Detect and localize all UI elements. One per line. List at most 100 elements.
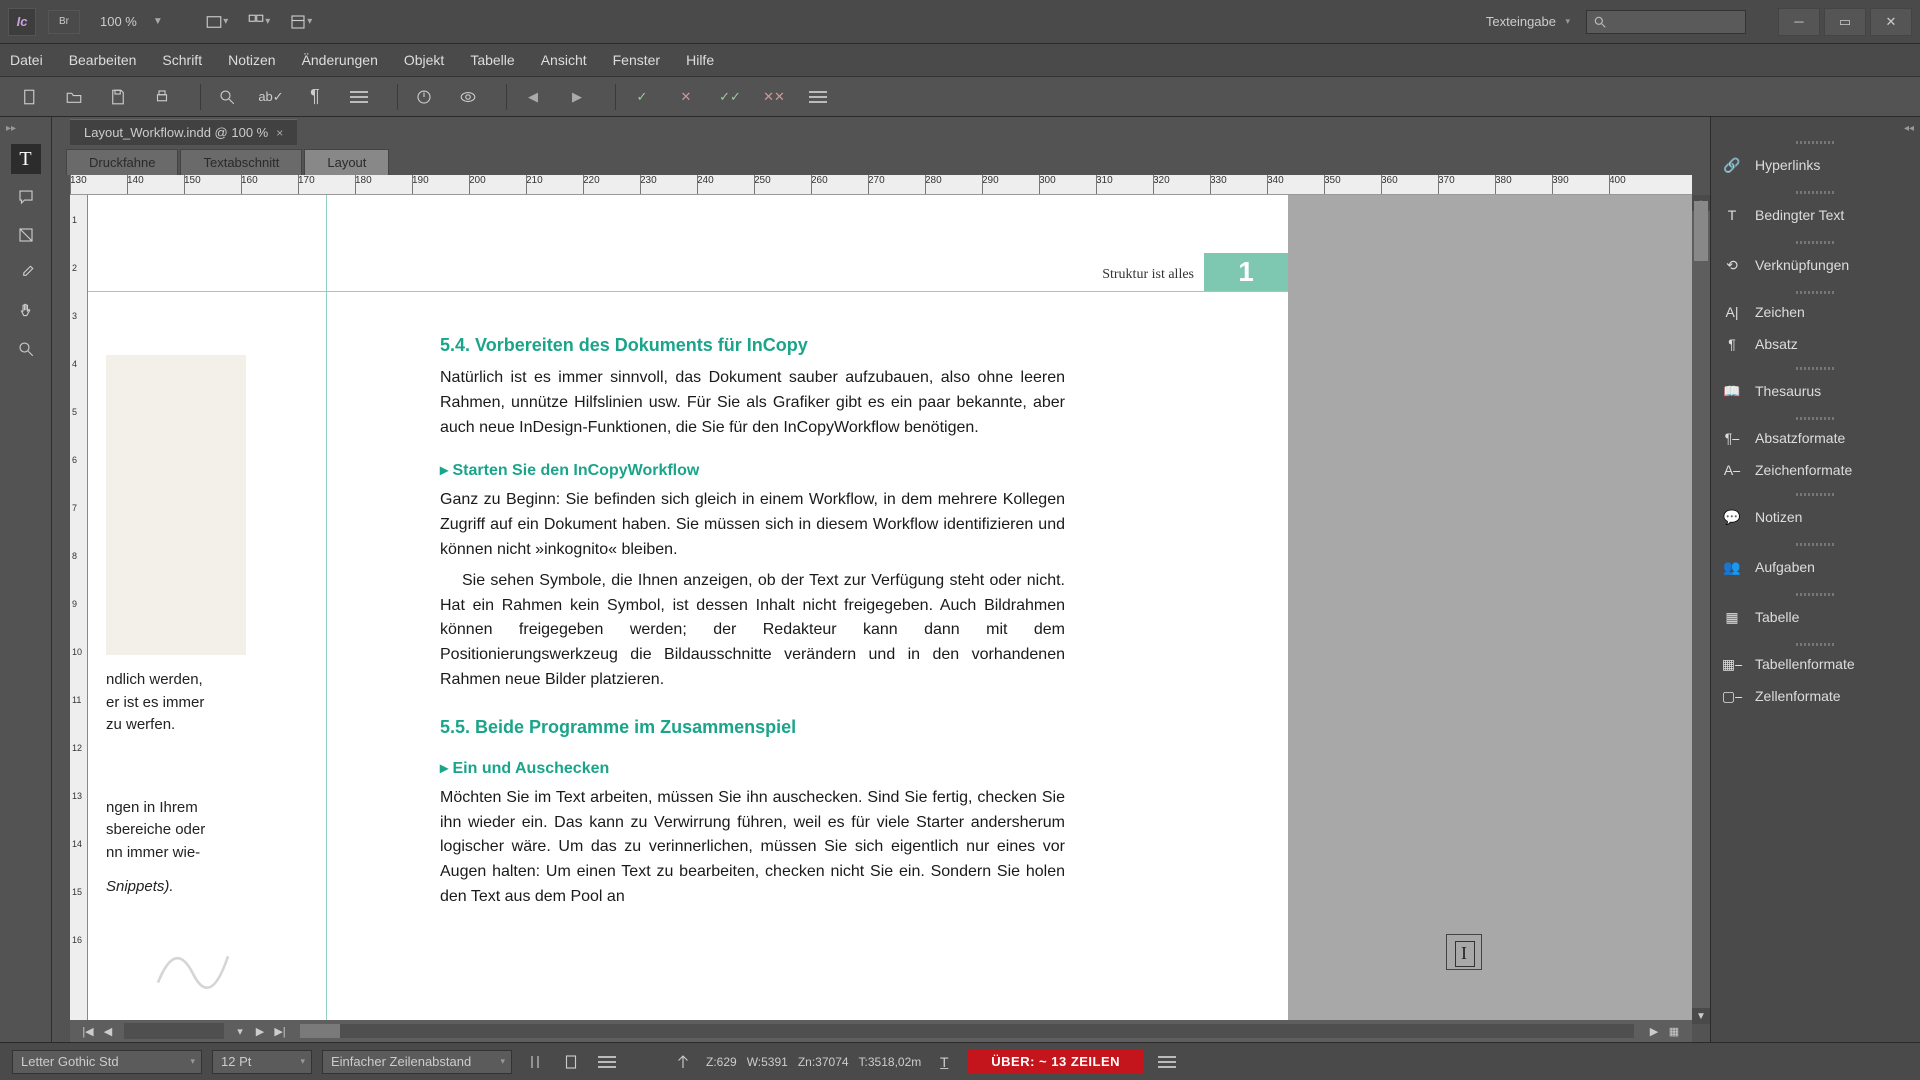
accept-all-button[interactable]: ✓✓ bbox=[714, 83, 746, 111]
scroll-right-button[interactable]: ▶ bbox=[1644, 1025, 1664, 1038]
signature-graphic bbox=[148, 930, 238, 1000]
eyedropper-tool[interactable] bbox=[11, 258, 41, 288]
thesaurus-icon: 📖 bbox=[1721, 381, 1743, 401]
font-family-combo[interactable]: Letter Gothic Std bbox=[12, 1050, 202, 1074]
workspace-button[interactable]: ▾ bbox=[287, 11, 315, 33]
position-tool[interactable] bbox=[11, 220, 41, 250]
prev-button[interactable]: ◀ bbox=[517, 83, 549, 111]
search-field[interactable] bbox=[1586, 10, 1746, 34]
next-button[interactable]: ▶ bbox=[561, 83, 593, 111]
panel-thesaurus[interactable]: 📖Thesaurus bbox=[1711, 372, 1920, 410]
page-indicator-icon[interactable] bbox=[558, 1051, 584, 1073]
close-window-button[interactable]: ✕ bbox=[1870, 8, 1912, 36]
menu-fenster[interactable]: Fenster bbox=[613, 52, 660, 68]
view-tab-layout[interactable]: Layout bbox=[304, 149, 389, 175]
table-styles-icon: ▦⎯ bbox=[1721, 654, 1743, 674]
panel-cell-styles[interactable]: ▢⎯Zellenformate bbox=[1711, 680, 1920, 712]
menu-objekt[interactable]: Objekt bbox=[404, 52, 444, 68]
maximize-button[interactable]: ▭ bbox=[1824, 8, 1866, 36]
copyfit-icon bbox=[670, 1051, 696, 1073]
bridge-button[interactable]: Br bbox=[48, 10, 80, 34]
leading-combo[interactable]: Einfacher Zeilenabstand bbox=[322, 1050, 512, 1074]
vertical-scrollbar[interactable]: ▲ ▼ bbox=[1692, 195, 1710, 1024]
split-view-button[interactable]: ▦ bbox=[1664, 1025, 1684, 1038]
menu-hilfe[interactable]: Hilfe bbox=[686, 52, 714, 68]
preview-button[interactable] bbox=[452, 83, 484, 111]
toolbar-menu-1[interactable] bbox=[343, 83, 375, 111]
page-number-field[interactable] bbox=[124, 1023, 224, 1039]
chapter-badge: 1 bbox=[1204, 253, 1288, 291]
zoom-combo[interactable]: 100 % ▼ bbox=[92, 9, 187, 35]
tools-panel: ▸▸ T bbox=[0, 117, 52, 1042]
arrange-button[interactable]: ▾ bbox=[245, 11, 273, 33]
panel-assignments[interactable]: 👥Aufgaben bbox=[1711, 548, 1920, 586]
view-tab-story[interactable]: Textabschnitt bbox=[180, 149, 302, 175]
font-size-combo[interactable]: 12 Pt bbox=[212, 1050, 312, 1074]
panel-links[interactable]: ⟲Verknüpfungen bbox=[1711, 246, 1920, 284]
panel-paragraph-styles[interactable]: ¶⎯Absatzformate bbox=[1711, 422, 1920, 454]
horizontal-scrollbar[interactable] bbox=[300, 1024, 1634, 1038]
scrollbar-thumb[interactable] bbox=[1694, 201, 1708, 261]
panel-dock: ◂◂ 🔗Hyperlinks TBedingter Text ⟲Verknüpf… bbox=[1710, 117, 1920, 1042]
reject-all-button[interactable]: ✕✕ bbox=[758, 83, 790, 111]
reject-change-button[interactable]: ✕ bbox=[670, 83, 702, 111]
close-tab-icon[interactable]: × bbox=[276, 126, 283, 140]
first-page-button[interactable]: |◀ bbox=[78, 1025, 98, 1038]
panel-table[interactable]: ▦Tabelle bbox=[1711, 598, 1920, 636]
menu-ansicht[interactable]: Ansicht bbox=[541, 52, 587, 68]
minimize-button[interactable]: ─ bbox=[1778, 8, 1820, 36]
conditional-text-icon: T bbox=[1721, 205, 1743, 225]
panel-character[interactable]: A|Zeichen bbox=[1711, 296, 1920, 328]
last-page-button[interactable]: ▶| bbox=[270, 1025, 290, 1038]
menu-schrift[interactable]: Schrift bbox=[162, 52, 202, 68]
prev-page-button[interactable]: ◀ bbox=[98, 1025, 118, 1038]
screen-mode-button[interactable]: ▾ bbox=[203, 11, 231, 33]
menu-bearbeiten[interactable]: Bearbeiten bbox=[69, 52, 137, 68]
workspace-mode-combo[interactable]: Texteingabe bbox=[1476, 9, 1576, 35]
panel-notes[interactable]: 💬Notizen bbox=[1711, 498, 1920, 536]
panel-conditional-text[interactable]: TBedingter Text bbox=[1711, 196, 1920, 234]
page-dropdown[interactable]: ▾ bbox=[230, 1025, 250, 1038]
panel-table-styles[interactable]: ▦⎯Tabellenformate bbox=[1711, 648, 1920, 680]
collapse-dock-icon[interactable]: ◂◂ bbox=[1711, 123, 1920, 134]
panel-hyperlinks[interactable]: 🔗Hyperlinks bbox=[1711, 146, 1920, 184]
subhead-check: Ein und Auschecken bbox=[440, 758, 1065, 778]
scroll-down-icon[interactable]: ▼ bbox=[1692, 1008, 1710, 1024]
view-tab-galley[interactable]: Druckfahne bbox=[66, 149, 178, 175]
layout-canvas[interactable]: 12345678910111213141516 Struktur ist all… bbox=[70, 195, 1692, 1020]
chevron-down-icon: ▼ bbox=[153, 16, 163, 27]
statusbar-menu-2[interactable] bbox=[1154, 1051, 1180, 1073]
page: Struktur ist alles 1 ndlich werden, er i… bbox=[88, 195, 1288, 1020]
control-toolbar: ab✓ ¶ ◀ ▶ ✓ ✕ ✓✓ ✕✕ bbox=[0, 77, 1920, 117]
show-hidden-button[interactable]: ¶ bbox=[299, 83, 331, 111]
menu-datei[interactable]: Datei bbox=[10, 52, 43, 68]
hand-tool[interactable] bbox=[11, 296, 41, 326]
panel-character-styles[interactable]: A⎯Zeichenformate bbox=[1711, 454, 1920, 486]
body-text[interactable]: 5.4. Vorbereiten des Dokuments für InCop… bbox=[440, 335, 1065, 916]
open-button[interactable] bbox=[58, 83, 90, 111]
spellcheck-button[interactable]: ab✓ bbox=[255, 83, 287, 111]
metric-zn: Zn:37074 bbox=[798, 1055, 849, 1069]
type-tool[interactable]: T bbox=[11, 144, 41, 174]
document-tab[interactable]: Layout_Workflow.indd @ 100 % × bbox=[70, 119, 297, 145]
character-icon: A| bbox=[1721, 302, 1743, 322]
next-page-button[interactable]: ▶ bbox=[250, 1025, 270, 1038]
subhead-start: Starten Sie den InCopyWorkflow bbox=[440, 460, 1065, 480]
menu-notizen[interactable]: Notizen bbox=[228, 52, 275, 68]
expand-tools-icon[interactable]: ▸▸ bbox=[6, 123, 16, 134]
toggle-assignment-button[interactable] bbox=[408, 83, 440, 111]
panel-paragraph[interactable]: ¶Absatz bbox=[1711, 328, 1920, 360]
statusbar-menu-1[interactable] bbox=[594, 1051, 620, 1073]
find-button[interactable] bbox=[211, 83, 243, 111]
zoom-tool[interactable] bbox=[11, 334, 41, 364]
column-indicator-icon[interactable] bbox=[522, 1051, 548, 1073]
metric-w: W:5391 bbox=[747, 1055, 788, 1069]
print-button[interactable] bbox=[146, 83, 178, 111]
accept-change-button[interactable]: ✓ bbox=[626, 83, 658, 111]
menu-aenderungen[interactable]: Änderungen bbox=[302, 52, 378, 68]
note-tool[interactable] bbox=[11, 182, 41, 212]
save-button[interactable] bbox=[102, 83, 134, 111]
new-doc-button[interactable] bbox=[14, 83, 46, 111]
toolbar-menu-2[interactable] bbox=[802, 83, 834, 111]
menu-tabelle[interactable]: Tabelle bbox=[470, 52, 514, 68]
